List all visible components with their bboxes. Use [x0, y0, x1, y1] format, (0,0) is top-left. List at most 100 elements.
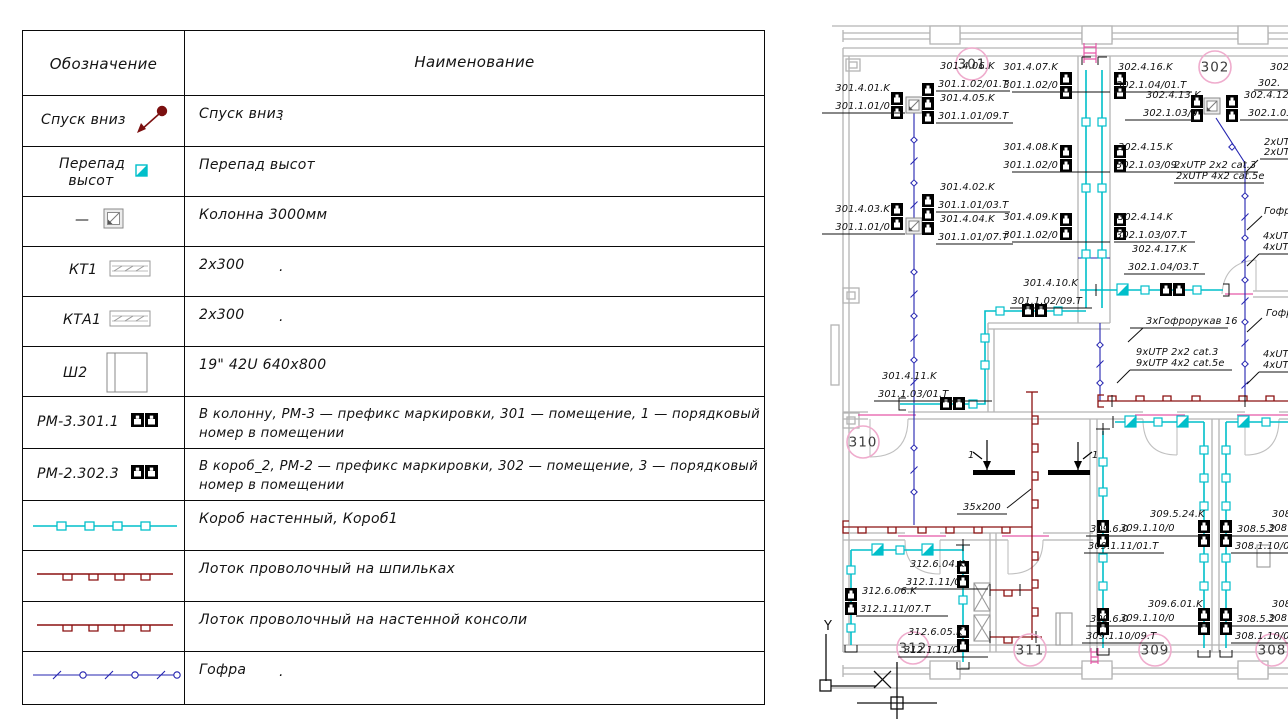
wall-duct-line-icon	[29, 518, 181, 534]
plan-label: 302.4.17.K	[1132, 244, 1188, 255]
plan-label: 301.4.11.K	[882, 371, 938, 382]
legend-row-descend: Спуск вниз Спуск вниз .	[23, 95, 764, 146]
plan-label: 301.4.06.K	[940, 61, 996, 72]
legend-label: КТА1	[63, 312, 101, 328]
plan-label: 301.1.01/09.T	[938, 111, 1009, 122]
legend-name: Короб настенный, Короб1	[199, 511, 398, 527]
legend-name: Перепад высот	[199, 157, 315, 173]
plan-label: 1	[968, 450, 974, 461]
legend-dot: .	[279, 259, 283, 275]
plan-label: 301.4.09.K	[1003, 212, 1059, 223]
legend-name: Гофра	[199, 662, 246, 678]
tray-ticks	[990, 395, 1245, 643]
plan-label: 301.1.03/01.T	[878, 389, 949, 400]
plan-label: 308.1.10/0	[1235, 631, 1288, 642]
plan-label: 301.4.10.K	[1023, 278, 1079, 289]
kta1-symbol-icon	[109, 310, 153, 328]
plan-label: 302.	[1258, 78, 1280, 89]
legend-col1-header: Обозначение	[50, 55, 157, 73]
legend-row-tray-studs: Лоток проволочный на шпильках	[23, 550, 764, 601]
plan-label: 308	[1272, 599, 1288, 610]
plan-label: 302.1.03/	[1248, 108, 1288, 119]
room-number: 310	[849, 435, 878, 451]
plan-label: Y	[823, 619, 832, 634]
cad-drawing-page: 301302310312311309308 301.4.01.K301.1.01…	[0, 0, 1288, 719]
plan-label: 309.6.01.K	[1148, 599, 1204, 610]
legend-row-kt1: КТ1 2x300 .	[23, 246, 764, 296]
legend-header-row: Обозначение Наименование	[23, 31, 764, 95]
plan-label: 301.4.02.K	[940, 182, 996, 193]
legend-col2-header: Наименование	[414, 53, 534, 71]
plan-label: 1	[1092, 450, 1098, 461]
legend-name: Спуск вниз	[199, 106, 284, 122]
plan-label: 9хUTP 4x2 cat.5e	[1136, 358, 1225, 369]
plan-label: 4хUT	[1263, 242, 1288, 253]
plan-label: 312.6.04.K	[910, 559, 966, 570]
plan-label: 9хUTP 2x2 cat.3	[1136, 347, 1218, 358]
plan-label: 309.1.10/09.T	[1086, 631, 1157, 642]
cabinet-symbol-icon	[97, 352, 149, 394]
legend-row-duct: Короб настенный, Короб1	[23, 500, 764, 550]
legend-name: 2x300	[199, 257, 244, 273]
legend-label: КТ1	[69, 262, 97, 278]
cable-labels: 301.4.01.K 301.1.01/0 301.4.06.K 301.1.02/0…	[822, 61, 1288, 657]
kt1-symbol-icon	[109, 260, 153, 278]
legend-row-height-drop: Перепад высот Перепад высот	[23, 146, 764, 196]
plan-label: 4хUT	[1263, 231, 1288, 242]
plan-label: 302.4.12.K	[1244, 90, 1288, 101]
plan-label: 301.1.01/0	[835, 101, 890, 112]
plan-label: 301.4.01.K	[835, 83, 891, 94]
socket-pair-icon	[131, 465, 161, 481]
plan-label: 4хUT	[1263, 360, 1288, 371]
plan-label: 302.1.03/09.	[1116, 160, 1180, 171]
plan-label: 302.1.03/0	[1143, 108, 1198, 119]
column-icon	[103, 208, 125, 230]
legend-row-cabinet: Ш2 19" 42U 640x800	[23, 346, 764, 396]
plan-label: 301.4.05.K	[940, 93, 996, 104]
legend-row-pm3: РМ-3.301.1 В колонну, РМ-3 — префикс мар…	[23, 396, 764, 448]
plan-label: 309.1.10/0	[1120, 523, 1175, 534]
legend-label: Ш2	[63, 365, 87, 381]
plan-label: 301.4.04.K	[940, 214, 996, 225]
plan-label: 302.4.15.K	[1118, 142, 1174, 153]
legend-label: —	[75, 212, 89, 228]
plan-label: 302.4.13.K	[1146, 90, 1202, 101]
legend-label: Спуск вниз	[41, 112, 126, 128]
plan-label: 309.1.11/01.T	[1088, 541, 1159, 552]
plan-label: 301.1.02/01.T	[938, 79, 1009, 90]
plan-label: 312.1.11/0	[904, 645, 959, 656]
plan-label: Гофр	[1266, 308, 1288, 319]
room-number: 302	[1201, 60, 1230, 76]
height-drop-icon	[135, 164, 149, 178]
room-number: 311	[1016, 643, 1045, 659]
legend-name: Лоток проволочный на настенной консоли	[199, 612, 527, 628]
legend-dot: .	[279, 309, 283, 325]
plan-label: 2xUTP 4x2 cat.5e	[1176, 171, 1265, 182]
plan-label: 301.4.03.K	[835, 204, 891, 215]
plan-label: 301.1.02/09.T	[1012, 296, 1083, 307]
plan-label: 301.4.08.K	[1003, 142, 1059, 153]
legend-name: В колонну, РМ-3 — префикс маркировки, 30…	[199, 405, 774, 443]
wire-tray-line-icon	[29, 568, 181, 584]
plan-label: 312.6.06.K	[862, 586, 918, 597]
plan-label: Гофр	[1264, 206, 1288, 217]
legend-row-conduit: Гофра .	[23, 651, 764, 704]
plan-label: 301.1.02/0	[1003, 160, 1058, 171]
plan-label: 301.1.02/0	[1003, 230, 1058, 241]
plan-label: 301.1.02/0	[1003, 80, 1058, 91]
plan-label: 308	[1268, 613, 1287, 624]
legend-dot: .	[279, 664, 283, 680]
plan-label: 302.4.16.K	[1118, 62, 1174, 73]
plan-label: 301.4.07.K	[1003, 62, 1059, 73]
legend-name: 19" 42U 640x800	[199, 357, 326, 373]
conduit-line-icon	[29, 666, 185, 684]
room-number: 308	[1258, 643, 1287, 659]
plan-label: 302.1.04/03.T	[1128, 262, 1199, 273]
plan-label: 301.1.01/0	[835, 222, 890, 233]
plan-label: 308.1.10/0	[1235, 541, 1288, 552]
wire-tray-console-line-icon	[29, 619, 181, 635]
legend-row-kta1: КТА1 2x300 .	[23, 296, 764, 346]
plan-label: 312.6.05.K	[908, 627, 964, 638]
socket-pair-icon	[131, 413, 161, 429]
plan-label: 2xUTP 2x2 cat.3	[1174, 160, 1256, 171]
